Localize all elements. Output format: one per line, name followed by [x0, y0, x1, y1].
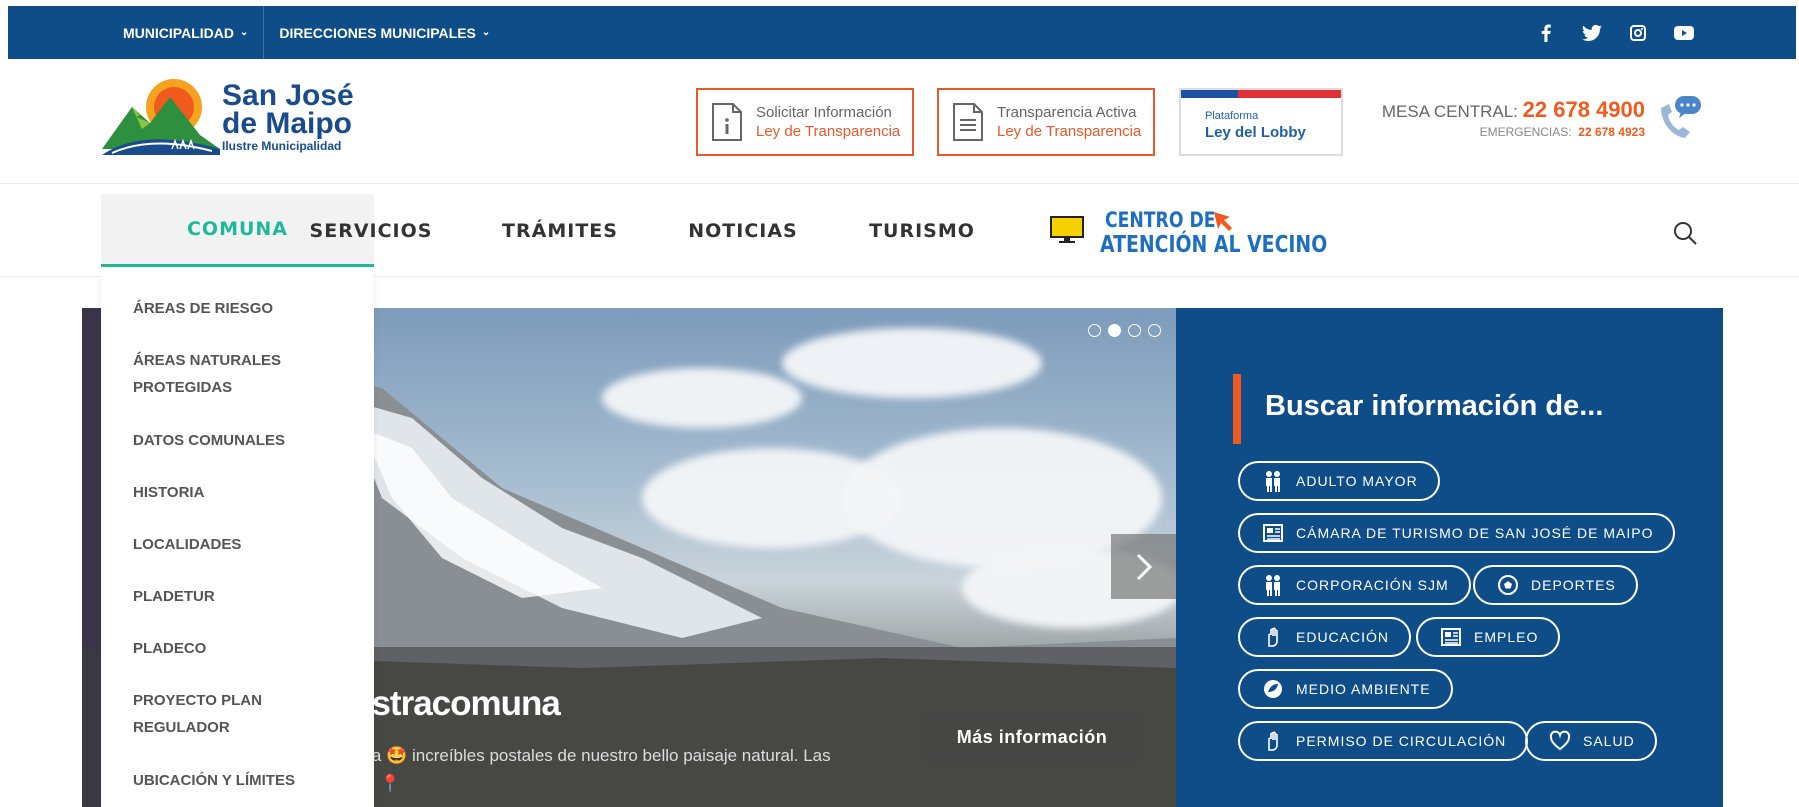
- chevron-right-icon: [1136, 553, 1152, 580]
- slide-text-line: lfal 📍: [353, 774, 401, 793]
- dropdown-item[interactable]: ÁREAS DE RIESGO: [133, 295, 363, 322]
- ley-del-lobby-button[interactable]: Plataforma Ley del Lobby: [1179, 88, 1343, 156]
- transparencia-activa-button[interactable]: Transparencia Activa Ley de Transparencia: [937, 88, 1155, 156]
- pill-educacion[interactable]: EDUCACIÓN: [1238, 617, 1412, 657]
- youtube-icon[interactable]: [1672, 21, 1696, 45]
- environment-icon: [1264, 680, 1282, 698]
- pill-label: MEDIO AMBIENTE: [1296, 681, 1431, 697]
- flag-bar: [1181, 90, 1341, 98]
- comuna-dropdown: ÁREAS DE RIESGO ÁREAS NATURALES PROTEGID…: [101, 271, 374, 807]
- top-nav: MUNICIPALIDAD ⌄ DIRECCIONES MUNICIPALES ⌄: [108, 6, 505, 59]
- site-header: San José de Maipo Ilustre Municipalidad …: [0, 59, 1799, 184]
- lobby-line-1: Plataforma: [1205, 110, 1259, 122]
- social-links: [1534, 6, 1696, 59]
- dropdown-item[interactable]: PROYECTO PLAN REGULADOR: [133, 687, 283, 741]
- slide-title: estracomuna: [353, 684, 561, 723]
- slider-next-button[interactable]: [1111, 534, 1176, 599]
- logo-title-2: de Maipo: [222, 107, 353, 140]
- pill-adulto-mayor[interactable]: ADULTO MAYOR: [1238, 461, 1440, 501]
- central-number[interactable]: 22 678 4900: [1523, 97, 1645, 122]
- logo-mountain-icon: [102, 79, 220, 155]
- nav-noticias[interactable]: NOTICIAS: [678, 194, 808, 267]
- nav-turismo[interactable]: TURISMO: [862, 194, 982, 267]
- pill-label: PERMISO DE CIRCULACIÓN: [1296, 733, 1507, 749]
- document-info-icon: [712, 103, 742, 141]
- dropdown-item[interactable]: DATOS COMUNALES: [133, 427, 363, 454]
- more-info-button[interactable]: Más información: [922, 712, 1142, 762]
- title-accent-bar: [1233, 374, 1241, 444]
- slider-dot[interactable]: [1148, 324, 1161, 337]
- newspaper-icon: [1263, 524, 1283, 542]
- chevron-down-icon: ⌄: [481, 27, 491, 38]
- pill-label: CÁMARA DE TURISMO DE SAN JOSÉ DE MAIPO: [1296, 525, 1654, 541]
- newspaper-icon: [1441, 628, 1461, 646]
- emergency-label: EMERGENCIAS:: [1479, 125, 1572, 139]
- top-nav-label: MUNICIPALIDAD: [123, 24, 234, 41]
- pill-empleo[interactable]: EMPLEO: [1416, 617, 1561, 657]
- pill-salud[interactable]: SALUD: [1525, 721, 1657, 761]
- lobby-line-2: Ley del Lobby: [1205, 124, 1306, 141]
- main-nav: COMUNA SERVICIOS TRÁMITES NOTICIAS TURIS…: [0, 184, 1799, 277]
- pill-corporacion-sjm[interactable]: CORPORACIÓN SJM: [1238, 565, 1471, 605]
- slider-dot-active[interactable]: [1108, 324, 1121, 337]
- slide-text: una 🤩 increíbles postales de nuestro bel…: [353, 742, 893, 798]
- pill-medio-ambiente[interactable]: MEDIO AMBIENTE: [1238, 669, 1453, 709]
- contact-info: MESA CENTRAL: 22 678 4900 EMERGENCIAS: 2…: [1370, 97, 1645, 139]
- heart-icon: [1549, 730, 1571, 751]
- centro-atencion-vecino-link[interactable]: CENTRO DE ATENCIÓN AL VECINO: [1050, 208, 1327, 264]
- instagram-icon[interactable]: [1626, 21, 1650, 45]
- cav-line-2: ATENCIÓN AL VECINO: [1100, 232, 1328, 258]
- cav-line-1: CENTRO DE: [1105, 208, 1216, 232]
- solicitar-informacion-button[interactable]: Solicitar Información Ley de Transparenci…: [696, 88, 914, 156]
- pill-label: EDUCACIÓN: [1296, 629, 1390, 645]
- pill-permiso-circulacion[interactable]: PERMISO DE CIRCULACIÓN: [1238, 721, 1529, 761]
- top-bar: MUNICIPALIDAD ⌄ DIRECCIONES MUNICIPALES ⌄: [8, 6, 1796, 59]
- hand-icon: [1268, 627, 1278, 647]
- pill-label: EMPLEO: [1474, 629, 1539, 645]
- phone-chat-icon: [1661, 96, 1701, 138]
- button-line-1: Solicitar Información: [756, 104, 892, 121]
- emergency-number[interactable]: 22 678 4923: [1578, 125, 1645, 139]
- nav-tramites[interactable]: TRÁMITES: [490, 194, 630, 267]
- slider-dot[interactable]: [1088, 324, 1101, 337]
- facebook-icon[interactable]: [1534, 21, 1558, 45]
- slider-dots: [1088, 324, 1161, 337]
- top-nav-municipalidad[interactable]: MUNICIPALIDAD ⌄: [108, 6, 263, 59]
- dropdown-item[interactable]: HISTORIA: [133, 479, 363, 506]
- dropdown-item[interactable]: LOCALIDADES: [133, 531, 363, 558]
- search-info-panel: Buscar información de... ADULTO MAYOR CÁ…: [1176, 308, 1723, 807]
- municipality-logo[interactable]: San José de Maipo Ilustre Municipalidad: [102, 77, 362, 157]
- nav-servicios[interactable]: SERVICIOS: [296, 194, 446, 267]
- pill-label: DEPORTES: [1531, 577, 1616, 593]
- chevron-down-icon: ⌄: [239, 27, 249, 38]
- pill-label: SALUD: [1583, 733, 1635, 749]
- pill-label: CORPORACIÓN SJM: [1296, 577, 1449, 593]
- central-label: MESA CENTRAL:: [1381, 102, 1518, 121]
- dropdown-item[interactable]: ÁREAS NATURALES PROTEGIDAS: [133, 347, 313, 401]
- search-icon[interactable]: [1672, 220, 1698, 246]
- dropdown-item[interactable]: UBICACIÓN Y LÍMITES: [133, 767, 363, 794]
- soccer-ball-icon: [1498, 575, 1518, 595]
- pill-label: ADULTO MAYOR: [1296, 473, 1418, 489]
- slider-dot[interactable]: [1128, 324, 1141, 337]
- slide-text-line: una 🤩 increíbles postales de nuestro bel…: [353, 746, 831, 765]
- people-icon: [1266, 471, 1280, 492]
- hand-icon: [1268, 731, 1278, 751]
- logo-subtitle: Ilustre Municipalidad: [222, 139, 342, 153]
- button-line-2: Ley de Transparencia: [756, 123, 901, 140]
- dropdown-item[interactable]: PLADETUR: [133, 583, 363, 610]
- button-line-1: Transparencia Activa: [997, 104, 1137, 121]
- twitter-icon[interactable]: [1580, 21, 1604, 45]
- top-nav-label: DIRECCIONES MUNICIPALES: [279, 24, 476, 41]
- monitor-icon: [1050, 216, 1084, 243]
- people-icon: [1266, 575, 1280, 596]
- cursor-arrow-icon: [1214, 212, 1232, 231]
- top-nav-direcciones[interactable]: DIRECCIONES MUNICIPALES ⌄: [263, 6, 505, 59]
- dropdown-item[interactable]: PLADECO: [133, 635, 363, 662]
- button-line-2: Ley de Transparencia: [997, 123, 1142, 140]
- panel-title: Buscar información de...: [1265, 390, 1604, 422]
- pill-deportes[interactable]: DEPORTES: [1473, 565, 1638, 605]
- document-icon: [953, 103, 983, 141]
- pill-camara-turismo[interactable]: CÁMARA DE TURISMO DE SAN JOSÉ DE MAIPO: [1238, 513, 1676, 553]
